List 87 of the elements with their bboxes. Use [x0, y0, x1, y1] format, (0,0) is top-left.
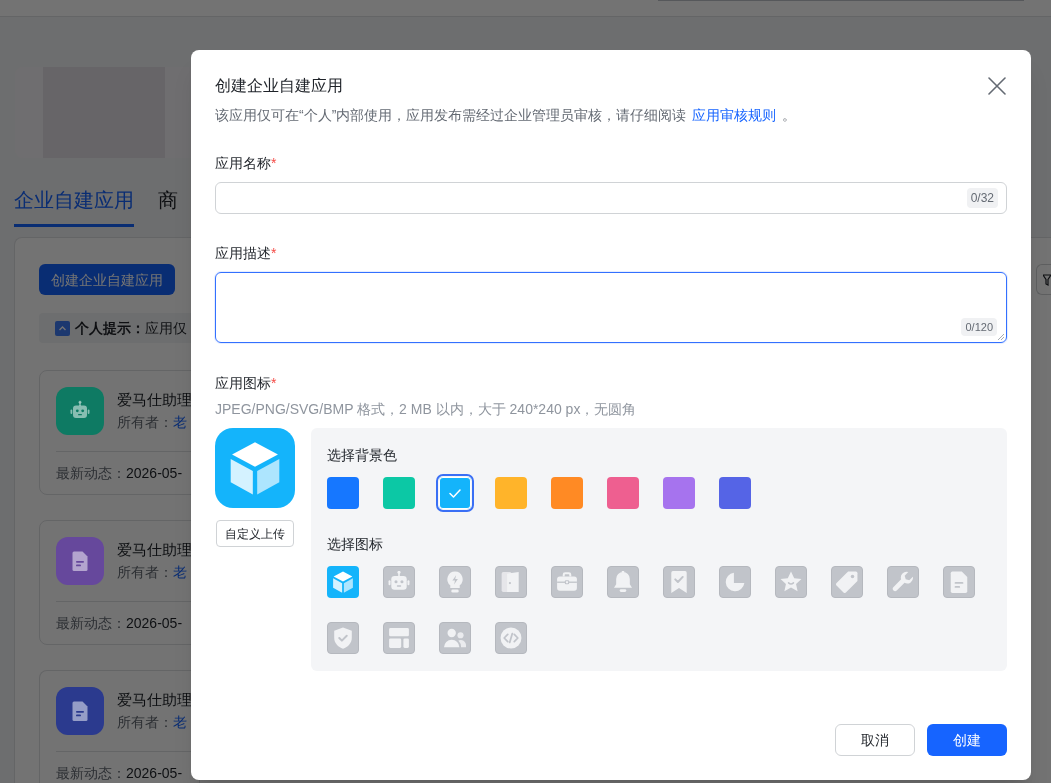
cube-icon: [332, 571, 354, 593]
character-counter: 0/32: [966, 188, 998, 208]
star-icon: [780, 571, 802, 593]
activity-date: 2026-05-: [126, 464, 183, 483]
required-mark: *: [271, 154, 277, 173]
icon-option[interactable]: [551, 566, 583, 598]
tip-text: 个人提示：应用仅: [75, 319, 187, 338]
app-name: 爱马仕助理: [117, 690, 192, 710]
color-swatch[interactable]: [719, 477, 751, 509]
name-input-field[interactable]: 0/32: [215, 182, 1007, 214]
tab[interactable]: 企业自建应用: [14, 186, 134, 227]
code-icon: [500, 627, 522, 649]
icon-option[interactable]: [383, 566, 415, 598]
door-icon: [500, 571, 522, 593]
activity-label: 最新动态：: [56, 464, 126, 483]
color-swatch[interactable]: [607, 477, 639, 509]
icon-option[interactable]: [887, 566, 919, 598]
icon-option[interactable]: [719, 566, 751, 598]
icon-option[interactable]: [607, 566, 639, 598]
users-icon: [444, 627, 466, 649]
dialog-description: 该应用仅可在“个人”内部使用，应用发布需经过企业管理员审核，请仔细阅读 应用审核规则 。: [215, 106, 797, 125]
color-swatch[interactable]: [439, 477, 471, 509]
dialog-title: 创建企业自建应用: [215, 76, 343, 96]
upload-button[interactable]: 自定义上传: [216, 520, 294, 547]
review-rules-link[interactable]: 应用审核规则: [692, 107, 777, 123]
icon-heading: 选择图标: [327, 535, 383, 554]
icon-option[interactable]: [495, 566, 527, 598]
owner-link[interactable]: 老: [173, 711, 187, 733]
activity-label: 最新动态：: [56, 764, 126, 783]
icon-option[interactable]: [327, 566, 359, 598]
icon-option[interactable]: [495, 622, 527, 654]
close-button[interactable]: [987, 76, 1007, 96]
chevron-up-icon: [55, 320, 70, 336]
required-mark: *: [271, 374, 277, 393]
tag-icon: [836, 571, 858, 593]
color-swatch[interactable]: [495, 477, 527, 509]
cube-icon: [228, 441, 282, 495]
close-icon: [988, 77, 1006, 95]
shield-check-icon: [332, 627, 354, 649]
description-text-field[interactable]: 0/120: [215, 272, 1007, 343]
icon-hint: JPEG/PNG/SVG/BMP 格式，2 MB 以内，大于 240*240 px，无圆角: [215, 400, 637, 419]
field-label: 应用图标: [215, 374, 271, 393]
filter-icon: [1043, 273, 1051, 286]
icon-option[interactable]: [327, 622, 359, 654]
layout-icon: [388, 627, 410, 649]
icon-option[interactable]: [831, 566, 863, 598]
bell-icon: [612, 571, 634, 593]
field-label: 应用名称: [215, 154, 271, 173]
briefcase-icon: [556, 571, 578, 593]
color-swatch[interactable]: [383, 477, 415, 509]
create-app-button[interactable]: 创建企业自建应用: [39, 264, 175, 295]
icon-option[interactable]: [663, 566, 695, 598]
app-card[interactable]: 爱马仕助理 所有者：老 最新动态：2026-05-: [39, 670, 200, 783]
icon-option[interactable]: [775, 566, 807, 598]
color-heading: 选择背景色: [327, 446, 397, 465]
pie-chart-icon: [724, 571, 746, 593]
required-mark: *: [271, 244, 277, 263]
app-name: 爱马仕助理: [117, 390, 192, 410]
icon-option[interactable]: [439, 622, 471, 654]
field-label: 应用描述: [215, 244, 271, 263]
check-icon: [449, 488, 461, 498]
owner-link[interactable]: 老: [173, 411, 187, 433]
owner-link[interactable]: 老: [173, 561, 187, 583]
resize-handle-icon[interactable]: [998, 334, 1004, 340]
app-name: 爱马仕助理: [117, 540, 192, 560]
color-swatch[interactable]: [327, 477, 359, 509]
owner-label: 所有者：: [117, 713, 173, 732]
filter-button[interactable]: [1036, 264, 1051, 295]
character-counter: 0/120: [961, 318, 997, 336]
activity-date: 2026-05-: [126, 614, 183, 633]
tab[interactable]: 商: [158, 186, 178, 227]
icon-option[interactable]: [439, 566, 471, 598]
color-swatch[interactable]: [551, 477, 583, 509]
icon-option[interactable]: [943, 566, 975, 598]
document-icon: [948, 571, 970, 593]
robot-icon: [388, 571, 410, 593]
bookmark-check-icon: [668, 571, 690, 593]
activity-date: 2026-05-: [126, 764, 183, 783]
color-swatch[interactable]: [663, 477, 695, 509]
owner-label: 所有者：: [117, 413, 173, 432]
icon-option[interactable]: [383, 622, 415, 654]
lightbulb-icon: [444, 571, 466, 593]
activity-label: 最新动态：: [56, 614, 126, 633]
create-button[interactable]: 创建: [927, 724, 1007, 756]
cancel-button[interactable]: 取消: [835, 724, 915, 756]
owner-label: 所有者：: [117, 563, 173, 582]
wrench-icon: [892, 571, 914, 593]
